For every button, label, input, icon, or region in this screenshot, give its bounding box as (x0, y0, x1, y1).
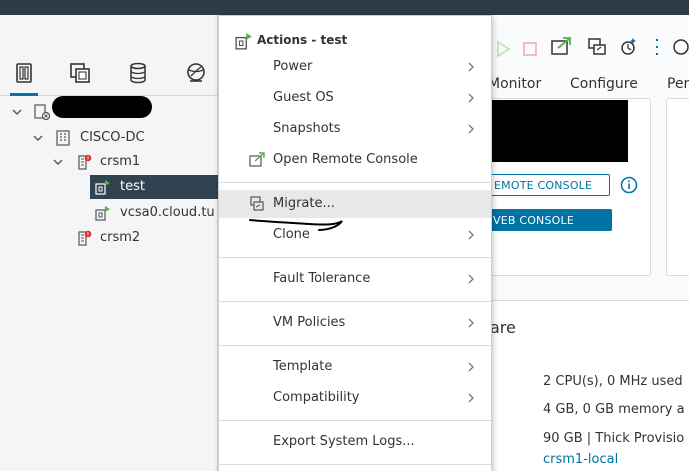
power-off-icon[interactable] (519, 38, 541, 60)
menu-separator (219, 420, 491, 421)
tree-item-label: CISCO-DC (80, 130, 145, 145)
menu-header: Actions - test (219, 32, 491, 52)
chevron-right-icon (468, 362, 474, 372)
redacted-vcenter-name (52, 96, 152, 118)
remote-console-icon (249, 152, 265, 167)
menu-item-template[interactable]: Template (219, 353, 491, 381)
info-icon[interactable] (620, 176, 638, 194)
menu-item-label: Fault Tolerance (273, 271, 371, 286)
object-tabs: Monitor Configure Per (488, 70, 689, 98)
menu-item-label: Compatibility (273, 390, 360, 405)
host-alert-icon (78, 230, 92, 246)
datastore-link[interactable]: crsm1-local (543, 452, 618, 467)
menu-separator (219, 345, 491, 346)
cpu-value: 2 CPU(s), 0 MHz used (543, 374, 683, 389)
hard-disk-value: 90 GB | Thick Provisio (543, 431, 685, 446)
menu-separator (219, 182, 491, 183)
storage-tab[interactable] (116, 50, 160, 96)
chevron-right-icon (468, 93, 474, 103)
tab-monitor[interactable]: Monitor (488, 76, 541, 92)
menu-separator (219, 301, 491, 302)
chevron-right-icon (468, 318, 474, 328)
vsphere-client: CISCO-DC crsm1 test vcsa0.cloud.tu crsm2… (0, 0, 689, 471)
menu-item-fault-tolerance[interactable]: Fault Tolerance (219, 265, 491, 293)
globe-icon (187, 63, 205, 82)
menu-separator (219, 464, 491, 465)
hosts-clusters-tab[interactable] (2, 50, 46, 96)
alerts-icon[interactable] (669, 36, 689, 58)
chevron-right-icon (468, 393, 474, 403)
networking-tab[interactable] (174, 50, 218, 96)
tree-item-label: crsm2 (100, 230, 141, 245)
chevron-down-icon[interactable] (12, 107, 22, 117)
remote-console-icon[interactable] (550, 36, 572, 58)
tree-item-datacenter[interactable]: CISCO-DC (0, 126, 218, 150)
menu-item-label: Guest OS (273, 90, 334, 105)
migrate-icon (250, 196, 264, 211)
header-bar (0, 0, 689, 15)
console-thumbnail[interactable] (490, 100, 628, 162)
menu-item-clone[interactable]: Clone (219, 221, 491, 249)
power-on-icon[interactable] (492, 38, 514, 60)
tree-item-host[interactable]: crsm2 (0, 226, 218, 250)
database-icon (130, 62, 146, 84)
memory-value: 4 GB, 0 GB memory a (543, 402, 685, 417)
vm-running-icon (95, 180, 110, 195)
menu-item-label: Open Remote Console (273, 152, 418, 167)
vcenter-icon (34, 104, 50, 120)
summary-card (666, 98, 689, 276)
navigator-tabs (0, 50, 218, 96)
menu-item-power[interactable]: Power (219, 53, 491, 81)
menu-item-label: Export System Logs... (273, 434, 415, 449)
menu-item-migrate[interactable]: Migrate... (219, 190, 491, 218)
tree-item-vm[interactable]: vcsa0.cloud.tu (0, 201, 218, 225)
menu-title: Actions - test (257, 33, 348, 47)
chevron-right-icon (468, 62, 474, 72)
vms-templates-tab[interactable] (58, 50, 102, 96)
menu-separator (219, 257, 491, 258)
menu-item-snapshots[interactable]: Snapshots (219, 115, 491, 143)
hosts-clusters-icon (16, 63, 32, 83)
menu-item-vm-policies[interactable]: VM Policies (219, 309, 491, 337)
menu-item-label: Template (273, 359, 333, 374)
menu-item-compatibility[interactable]: Compatibility (219, 384, 491, 412)
tree-item-label: vcsa0.cloud.tu (120, 205, 215, 220)
tree-item-label: test (120, 179, 145, 194)
menu-item-label: VM Policies (273, 315, 346, 330)
chevron-down-icon[interactable] (33, 133, 43, 143)
datacenter-icon (56, 130, 70, 146)
menu-item-label: Migrate... (273, 196, 335, 211)
vm-toolbar (488, 30, 689, 64)
migrate-icon[interactable] (586, 36, 608, 58)
vms-templates-icon (70, 63, 90, 83)
chevron-right-icon (468, 124, 474, 134)
tree-item-vm-selected[interactable]: test (90, 175, 218, 199)
tab-permissions[interactable]: Per (667, 76, 689, 92)
menu-item-label: Power (273, 59, 313, 74)
chevron-right-icon (468, 274, 474, 284)
tab-configure[interactable]: Configure (570, 76, 638, 92)
host-alert-icon (78, 154, 92, 170)
chevron-right-icon (468, 230, 474, 240)
chevron-down-icon[interactable] (53, 157, 63, 167)
snapshot-icon[interactable] (618, 36, 640, 58)
launch-remote-console-button[interactable]: EMOTE CONSOLE (490, 174, 610, 196)
menu-item-open-remote-console[interactable]: Open Remote Console (219, 146, 491, 174)
actions-context-menu: Actions - test Power Guest OS Snapshots … (218, 15, 492, 471)
launch-web-console-button[interactable]: VEB CONSOLE (490, 209, 612, 231)
menu-item-guest-os[interactable]: Guest OS (219, 84, 491, 112)
vm-running-icon (95, 206, 110, 221)
vm-hardware-title: are (490, 318, 516, 337)
menu-item-label: Clone (273, 227, 310, 242)
menu-item-export-system-logs[interactable]: Export System Logs... (219, 428, 491, 456)
vm-running-icon (235, 33, 252, 50)
menu-item-label: Snapshots (273, 121, 341, 136)
tree-item-label: crsm1 (100, 154, 141, 169)
tree-item-host[interactable]: crsm1 (0, 150, 218, 174)
